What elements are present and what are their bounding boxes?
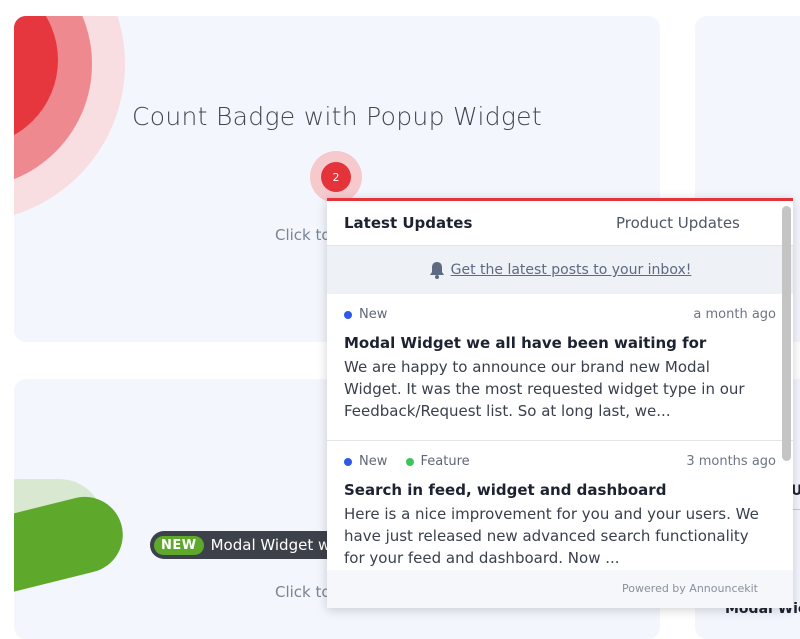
card-title: Count Badge with Popup Widget (132, 102, 542, 131)
tag-new: New (344, 307, 387, 322)
tag-dot-icon (344, 457, 352, 466)
tab-product-updates[interactable]: Product Updates (616, 214, 740, 232)
post-item[interactable]: New a month ago Modal Widget we all have… (327, 294, 793, 441)
popup-tabs: Latest Updates Product Updates (327, 201, 793, 246)
tag-feature: Feature (405, 454, 470, 469)
subscribe-bar: Get the latest posts to your inbox! (327, 246, 793, 294)
post-body: We are happy to announce our brand new M… (344, 358, 745, 420)
updates-popup: Latest Updates Product Updates Get the l… (327, 198, 793, 608)
post-title[interactable]: Search in feed, widget and dashboard (344, 481, 666, 499)
post-time: 3 months ago (686, 454, 776, 469)
post-time: a month ago (693, 307, 776, 322)
tag-label: New (359, 454, 388, 469)
post-meta: New Feature 3 months ago (344, 454, 776, 470)
count-badge[interactable]: 2 (321, 162, 351, 192)
tab-latest-updates[interactable]: Latest Updates (344, 214, 472, 232)
click-instruction: Click to (275, 583, 331, 601)
post-item[interactable]: New Feature 3 months ago Search in feed,… (327, 441, 793, 567)
tag-label: New (359, 307, 388, 322)
popup-scrollbar[interactable] (782, 206, 791, 461)
powered-by-footer[interactable]: Powered by Announcekit (327, 570, 793, 608)
post-body: Here is a nice improvement for you and y… (344, 505, 759, 567)
subscribe-link[interactable]: Get the latest posts to your inbox! (451, 262, 692, 278)
post-meta: New a month ago (344, 307, 776, 323)
tag-dot-icon (344, 310, 352, 319)
new-pill: NEW (154, 535, 204, 555)
tag-label: Feature (420, 454, 470, 469)
tag-dot-icon (405, 457, 414, 466)
line-widget-text: Modal Widget we (210, 536, 340, 554)
tag-new: New (344, 454, 387, 469)
bell-icon (429, 262, 444, 279)
click-instruction: Click to (275, 226, 331, 244)
post-title[interactable]: Modal Widget we all have been waiting fo… (344, 334, 706, 352)
